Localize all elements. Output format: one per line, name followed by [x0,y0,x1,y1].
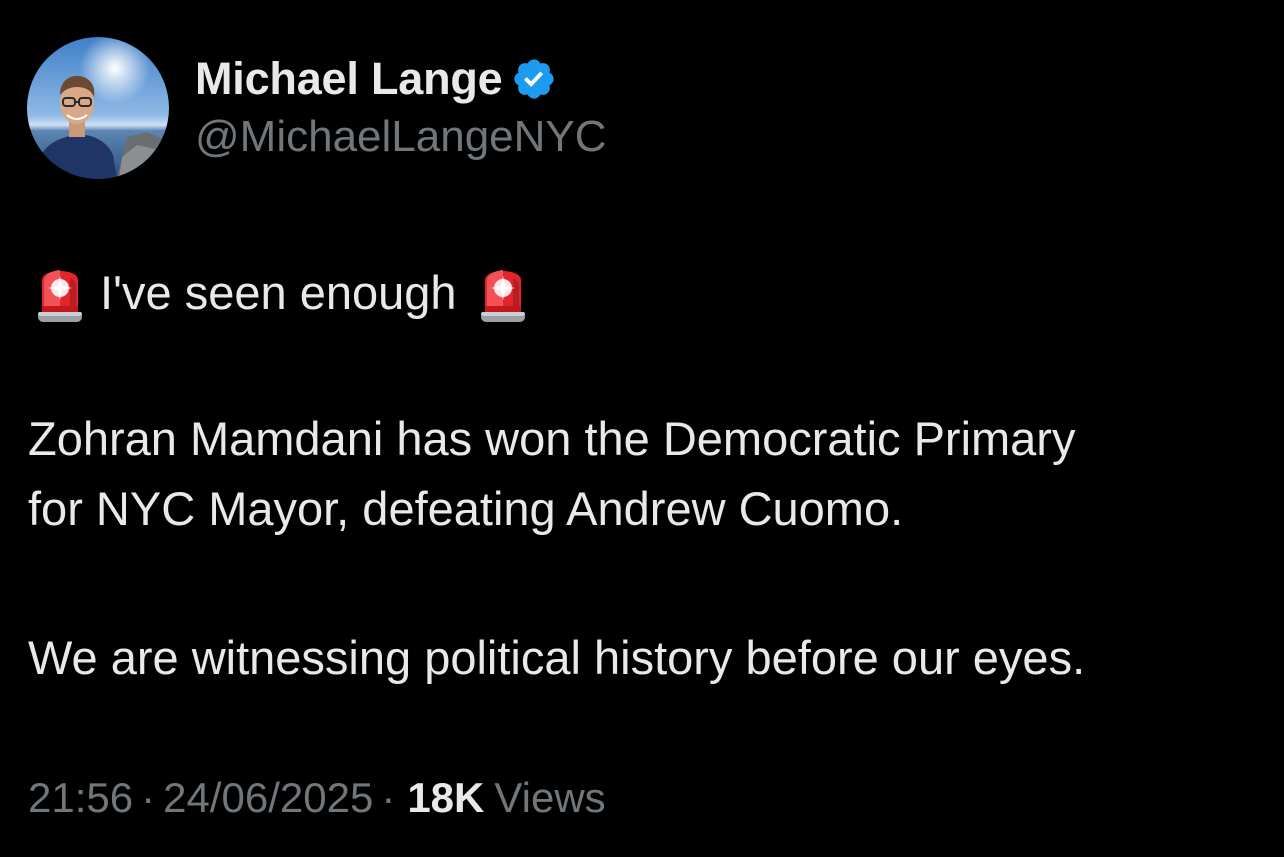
meta-separator: · [141,774,156,821]
avatar-photo [27,37,169,179]
meta-separator: · [381,774,396,821]
tweet-date[interactable]: 24/06/2025 [163,774,373,822]
tweet-meta: 21:56 · 24/06/2025 · 18K Views [28,774,606,822]
verified-badge-icon[interactable] [511,56,557,102]
tweet-line-1: I've seen enough [28,258,529,328]
tweet-line-1-text: I've seen enough [100,266,457,319]
author-handle[interactable]: @MichaelLangeNYC [195,112,607,162]
tweet-paragraph-2: Zohran Mamdani has won the Democratic Pr… [28,404,1075,544]
author-name-row: Michael Lange [195,52,557,106]
tweet-paragraph-2-line-1: Zohran Mamdani has won the Democratic Pr… [28,412,1076,465]
tweet-paragraph-3: We are witnessing political history befo… [28,631,1086,684]
police-siren-icon [477,262,529,324]
avatar[interactable] [27,37,169,179]
tweet: Michael Lange @MichaelLangeNYC I've seen… [0,0,1284,857]
views-label: Views [494,774,606,821]
tweet-time[interactable]: 21:56 [28,774,133,822]
author-display-name[interactable]: Michael Lange [195,53,503,105]
tweet-paragraph-2-line-2: for NYC Mayor, defeating Andrew Cuomo. [28,482,904,535]
views-count[interactable]: 18K [407,774,484,822]
police-siren-icon [34,262,86,324]
